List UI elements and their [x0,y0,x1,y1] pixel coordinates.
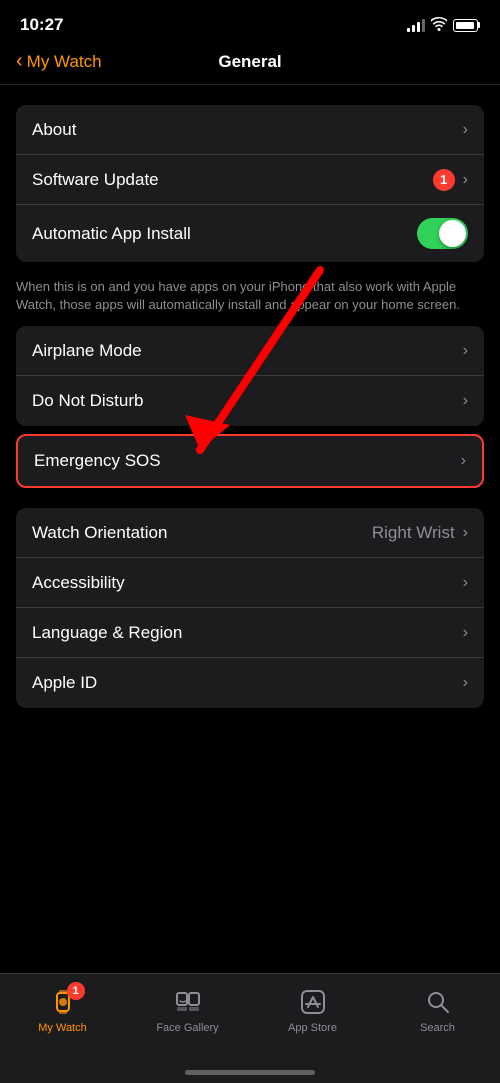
back-chevron-icon: ‹ [16,50,23,73]
settings-row-airplane-mode[interactable]: Airplane Mode › [16,326,484,376]
tab-bar: 1 My Watch Face Gallery App Store [0,973,500,1083]
chevron-right-icon: › [463,392,468,410]
settings-row-apple-id[interactable]: Apple ID › [16,658,484,708]
back-label: My Watch [27,52,102,72]
app-store-icon [298,987,328,1017]
row-label-do-not-disturb: Do Not Disturb [32,391,143,411]
chevron-right-icon: › [463,121,468,139]
wifi-icon [431,17,447,34]
auto-install-description: When this is on and you have apps on you… [0,270,500,326]
status-bar: 10:27 [0,0,500,44]
my-watch-tab-badge: 1 [67,982,85,1000]
settings-row-language-region[interactable]: Language & Region › [16,608,484,658]
auto-install-toggle[interactable] [417,218,468,249]
content-area: About › Software Update 1 › Automatic Ap… [0,85,500,1014]
settings-row-watch-orientation[interactable]: Watch Orientation Right Wrist › [16,508,484,558]
row-label-accessibility: Accessibility [32,573,125,593]
status-time: 10:27 [20,15,63,35]
signal-icon [407,18,425,32]
tab-label-search: Search [420,1022,455,1034]
settings-row-accessibility[interactable]: Accessibility › [16,558,484,608]
chevron-right-icon: › [461,452,466,470]
nav-header: ‹ My Watch General [0,44,500,85]
row-label-airplane-mode: Airplane Mode [32,341,142,361]
row-label-software-update: Software Update [32,170,159,190]
home-indicator [185,1070,315,1075]
row-label-auto-install: Automatic App Install [32,224,191,244]
settings-row-software-update[interactable]: Software Update 1 › [16,155,484,205]
settings-group-emergency: Emergency SOS › [16,434,484,488]
row-label-emergency-sos: Emergency SOS [34,451,161,471]
settings-row-emergency-sos[interactable]: Emergency SOS › [18,436,482,486]
row-label-language-region: Language & Region [32,623,182,643]
settings-row-auto-install[interactable]: Automatic App Install [16,205,484,262]
row-label-apple-id: Apple ID [32,673,97,693]
battery-icon [453,19,480,32]
tab-my-watch[interactable]: 1 My Watch [0,982,125,1034]
search-tab-icon [423,987,453,1017]
settings-group-bottom: Watch Orientation Right Wrist › Accessib… [16,508,484,708]
chevron-right-icon: › [463,524,468,542]
row-label-about: About [32,120,76,140]
tab-face-gallery[interactable]: Face Gallery [125,982,250,1034]
status-icons [407,17,480,34]
settings-row-about[interactable]: About › [16,105,484,155]
tab-label-face-gallery: Face Gallery [156,1022,218,1034]
settings-section-top: About › Software Update 1 › Automatic Ap… [0,105,500,708]
tab-label-my-watch: My Watch [38,1022,87,1034]
face-gallery-icon [173,987,203,1017]
settings-row-do-not-disturb[interactable]: Do Not Disturb › [16,376,484,426]
watch-orientation-value: Right Wrist [372,523,455,543]
settings-group-middle: Airplane Mode › Do Not Disturb › [16,326,484,426]
chevron-right-icon: › [463,624,468,642]
back-button[interactable]: ‹ My Watch [16,51,102,73]
tab-label-app-store: App Store [288,1022,337,1034]
row-label-watch-orientation: Watch Orientation [32,523,167,543]
tab-app-store[interactable]: App Store [250,982,375,1034]
software-update-badge: 1 [433,169,455,191]
chevron-right-icon: › [463,674,468,692]
chevron-right-icon: › [463,171,468,189]
tab-search[interactable]: Search [375,982,500,1034]
settings-group-top: About › Software Update 1 › Automatic Ap… [16,105,484,262]
chevron-right-icon: › [463,342,468,360]
chevron-right-icon: › [463,574,468,592]
page-title: General [218,52,281,72]
